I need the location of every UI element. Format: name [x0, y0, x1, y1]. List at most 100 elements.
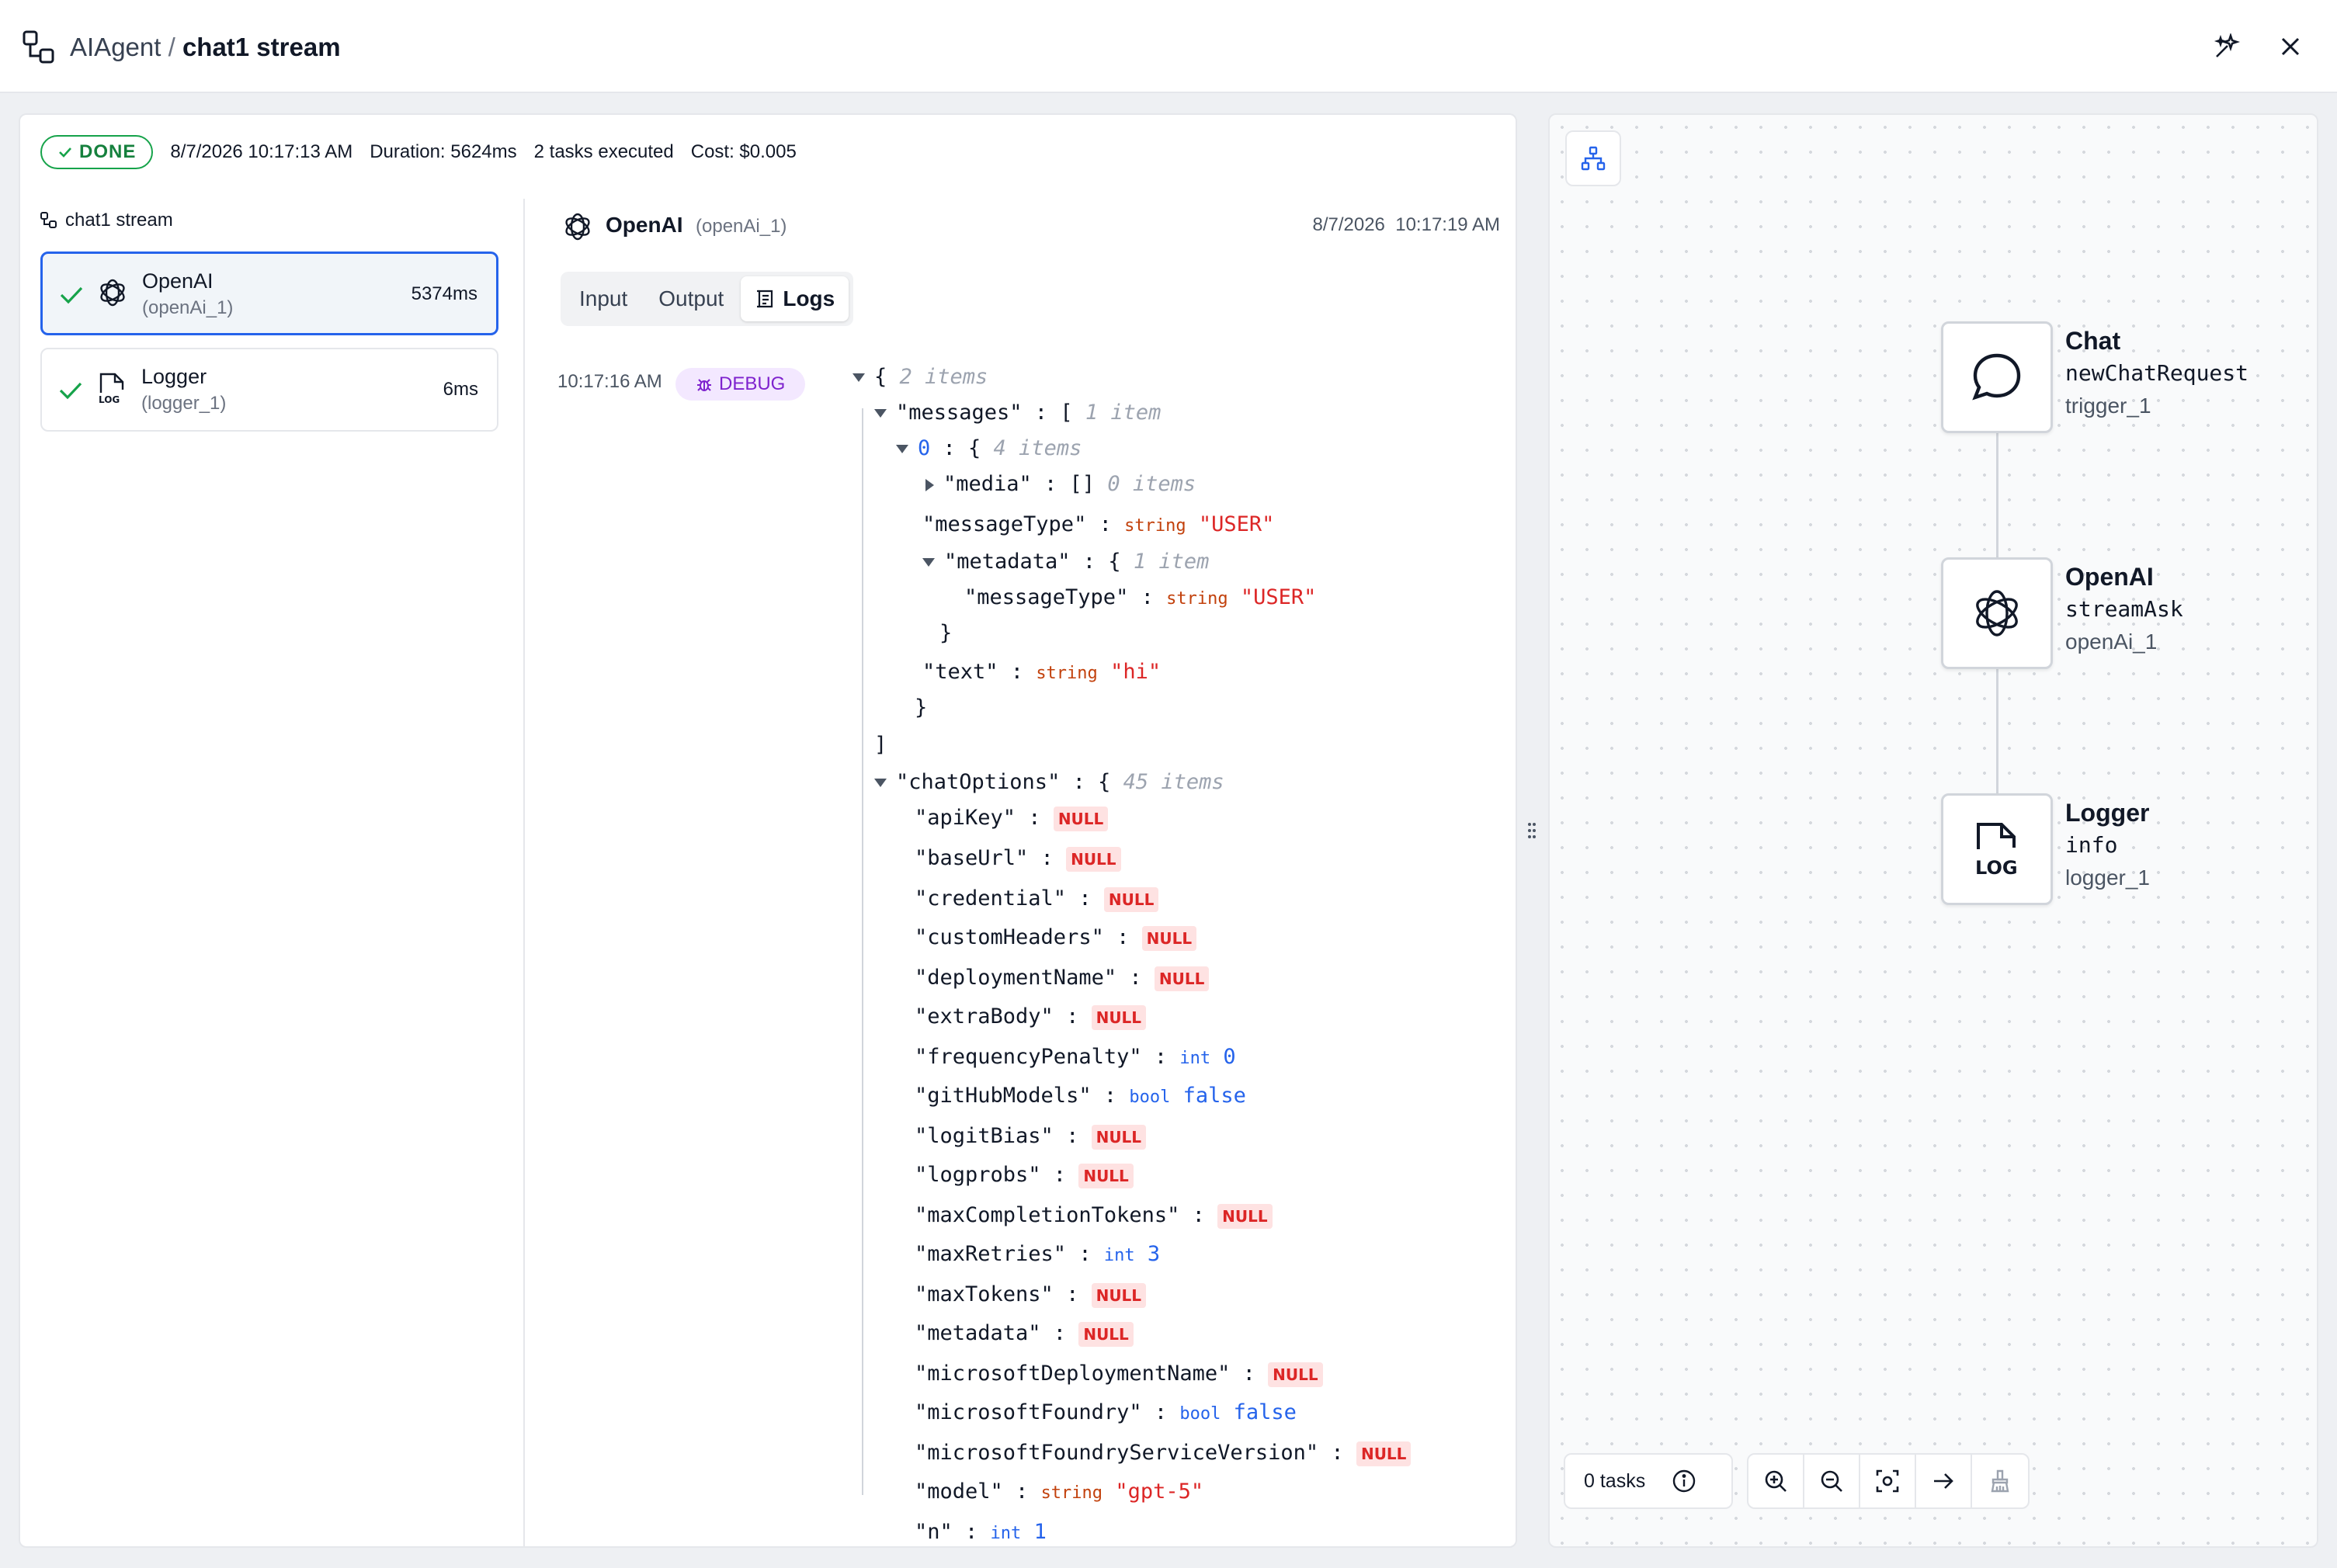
success-check-icon — [60, 286, 83, 304]
node-method: streamAsk — [2065, 596, 2183, 622]
task-duration: 5374ms — [411, 283, 477, 304]
fit-view-icon — [1876, 1469, 1899, 1493]
zoom-in-button[interactable] — [1748, 1455, 1804, 1507]
breadcrumb: AIAgent / chat1 stream — [70, 28, 341, 67]
expand-toggle-icon[interactable] — [896, 445, 908, 453]
json-line[interactable]: { 2 items — [853, 362, 988, 393]
log-time: 10:17:16 AM — [557, 371, 662, 392]
json-line: "microsoftDeploymentName" : NULL — [915, 1358, 1323, 1389]
flow-graph-panel: Chat newChatRequest trigger_1 OpenAI str… — [1548, 113, 2318, 1548]
json-line[interactable]: "media" : [] 0 items — [922, 469, 1196, 500]
status-badge: DONE — [40, 135, 154, 169]
json-line[interactable]: "messages" : [ 1 item — [874, 397, 1161, 428]
graph-node-logger-label: Logger info logger_1 — [2065, 796, 2150, 894]
bug-icon — [697, 379, 711, 391]
node-title: OpenAI — [2065, 563, 2154, 591]
expand-toggle-icon[interactable] — [922, 558, 935, 567]
tab-output[interactable]: Output — [644, 276, 738, 321]
json-line: "logitBias" : NULL — [915, 1121, 1147, 1152]
svg-text:LOG: LOG — [99, 394, 120, 405]
direction-button[interactable] — [1916, 1455, 1972, 1507]
clean-button[interactable] — [1972, 1455, 2028, 1507]
null-badge: NULL — [1078, 1321, 1134, 1347]
null-badge: NULL — [1154, 966, 1210, 991]
layout-button[interactable] — [1565, 130, 1621, 186]
execution-cost: Cost: $0.005 — [690, 141, 797, 162]
graph-controls — [1747, 1453, 2030, 1509]
json-line: "maxTokens" : NULL — [915, 1279, 1147, 1310]
graph-node-logger[interactable]: LOG — [1941, 793, 2053, 905]
execution-timestamp: 8/7/2026 10:17:13 AM — [170, 141, 353, 162]
json-line: } — [915, 696, 928, 720]
json-line[interactable]: "chatOptions" : { 45 items — [874, 767, 1224, 798]
json-line[interactable]: 0 : { 4 items — [896, 433, 1082, 464]
tab-logs-label: Logs — [783, 286, 835, 310]
json-line: "text" : string "hi" — [922, 660, 1162, 684]
execution-status-bar: DONE 8/7/2026 10:17:13 AM Duration: 5624… — [40, 135, 797, 169]
expand-toggle-icon[interactable] — [925, 478, 934, 491]
status-label: DONE — [79, 141, 137, 162]
zoom-out-icon — [1821, 1470, 1842, 1492]
openai-icon — [1976, 590, 2018, 637]
log-level: DEBUG — [719, 373, 786, 394]
openai-icon — [565, 213, 590, 241]
graph-node-chat[interactable] — [1941, 321, 2053, 433]
task-detail: OpenAI (openAi_1) 8/7/2026 10:17:19 AM I… — [542, 199, 1516, 1546]
arrow-right-icon — [1934, 1473, 1953, 1489]
close-button[interactable] — [2269, 25, 2312, 68]
json-line: "frequencyPenalty" : int 0 — [915, 1045, 1236, 1069]
svg-text:LOG: LOG — [1975, 857, 2018, 877]
json-line: } — [939, 621, 953, 645]
json-line: "messageType" : string "USER" — [922, 512, 1275, 536]
check-icon — [59, 147, 71, 158]
task-name: OpenAI — [142, 269, 214, 293]
graph-node-openai[interactable] — [1941, 557, 2053, 669]
detail-time: 10:17:19 AM — [1395, 214, 1500, 235]
detail-task-name: OpenAI — [606, 213, 683, 237]
null-badge: NULL — [1091, 1124, 1147, 1150]
null-badge: NULL — [1217, 1203, 1273, 1229]
tab-input[interactable]: Input — [565, 276, 641, 321]
task-list-header: chat1 stream — [40, 210, 173, 231]
json-line[interactable]: "metadata" : { 1 item — [922, 546, 1209, 578]
panel-resize-handle[interactable] — [1526, 820, 1537, 841]
expand-toggle-icon[interactable] — [874, 409, 887, 418]
breadcrumb-flow: chat1 stream — [182, 33, 341, 61]
success-check-icon — [59, 382, 82, 400]
null-badge: NULL — [1091, 1282, 1147, 1308]
ai-sparkle-button[interactable] — [2205, 25, 2248, 68]
json-line: "maxCompletionTokens" : NULL — [915, 1200, 1273, 1231]
breadcrumb-app[interactable]: AIAgent — [70, 33, 161, 61]
dialog-header: AIAgent / chat1 stream — [0, 0, 2337, 93]
task-item-logger[interactable]: LOG Logger (logger_1) 6ms — [40, 348, 498, 432]
sparkle-icon — [2214, 33, 2240, 57]
json-line: "metadata" : NULL — [915, 1318, 1134, 1349]
null-badge: NULL — [1053, 806, 1109, 831]
task-list: chat1 stream OpenAI (openAi_1) 5374ms LO… — [20, 199, 525, 1546]
expand-toggle-icon[interactable] — [874, 779, 887, 787]
json-line: "customHeaders" : NULL — [915, 922, 1197, 953]
json-line: ] — [874, 733, 887, 757]
task-name: Logger — [141, 365, 207, 388]
json-line: "microsoftFoundry" : bool false — [915, 1400, 1297, 1424]
task-id: (openAi_1) — [142, 297, 234, 318]
zoom-out-button[interactable] — [1804, 1455, 1860, 1507]
null-badge: NULL — [1268, 1362, 1323, 1387]
node-id: trigger_1 — [2065, 394, 2151, 418]
node-id: logger_1 — [2065, 866, 2150, 890]
flow-icon — [22, 29, 57, 65]
info-icon[interactable] — [1672, 1469, 1696, 1493]
tab-logs[interactable]: Logs — [741, 276, 849, 321]
json-line: "model" : string "gpt-5" — [915, 1480, 1204, 1504]
execution-panel: DONE 8/7/2026 10:17:13 AM Duration: 5624… — [19, 113, 1517, 1548]
fit-view-button[interactable] — [1860, 1455, 1916, 1507]
task-item-openai[interactable]: OpenAI (openAi_1) 5374ms — [40, 252, 498, 335]
expand-toggle-icon[interactable] — [853, 373, 865, 382]
chat-bubble-icon — [1972, 353, 2021, 401]
json-line: "n" : int 1 — [915, 1520, 1047, 1544]
null-badge: NULL — [1141, 925, 1197, 951]
node-id: openAi_1 — [2065, 630, 2158, 654]
json-line: "messageType" : string "USER" — [964, 585, 1317, 609]
breadcrumb-separator: / — [168, 33, 175, 61]
task-duration: 6ms — [443, 379, 478, 400]
